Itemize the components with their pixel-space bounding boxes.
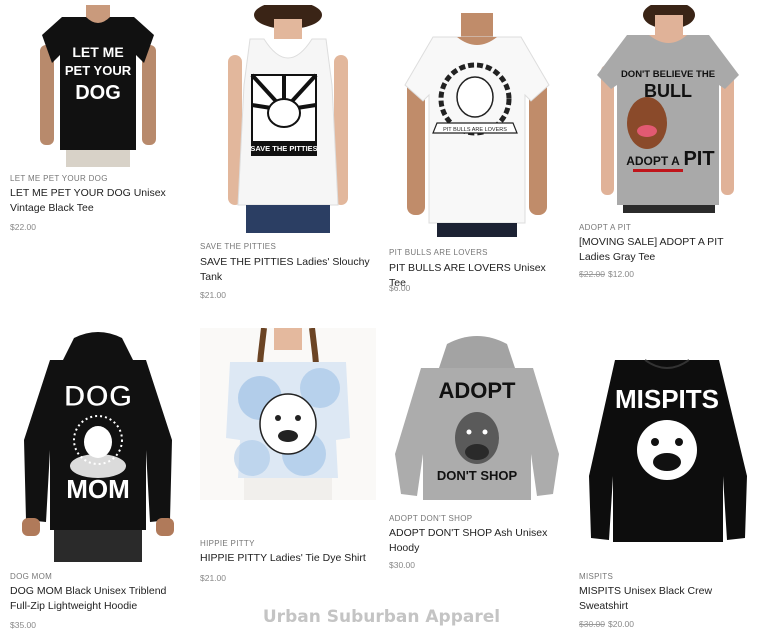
product-title[interactable]: PIT BULLS ARE LOVERS Unisex Tee xyxy=(389,261,565,291)
product-title[interactable]: HIPPIE PITTY Ladies' Tie Dye Shirt xyxy=(200,551,376,566)
product-price: $6.00 xyxy=(389,283,411,293)
product-price: $22.00 xyxy=(10,222,36,232)
svg-text:DON'T SHOP: DON'T SHOP xyxy=(437,468,518,483)
shirt-text: LET ME xyxy=(72,44,123,60)
product-card[interactable]: MISPITS MISPITS MISPITS Unisex Black Cre… xyxy=(579,346,755,636)
shirt-text: PIT BULLS ARE LOVERS xyxy=(443,127,507,133)
product-vendor[interactable]: LET ME PET YOUR DOG xyxy=(10,174,108,183)
brand-watermark: Urban Suburban Apparel xyxy=(262,607,501,627)
product-price: $30.00 xyxy=(389,560,415,570)
product-vendor[interactable]: ADOPT DON'T SHOP xyxy=(389,514,472,523)
product-vendor[interactable]: DOG MOM xyxy=(10,572,52,581)
product-image[interactable]: LET ME PET YOUR DOG xyxy=(32,5,164,167)
product-image[interactable]: ADOPT DON'T SHOP xyxy=(389,334,565,504)
product-image[interactable]: PIT BULLS ARE LOVERS xyxy=(389,5,565,237)
shirt-text: DON'T BELIEVE THE xyxy=(621,69,715,80)
svg-text:ADOPT A: ADOPT A xyxy=(626,154,680,168)
product-card[interactable]: ADOPT DON'T SHOP ADOPT DON'T SHOP ADOPT … xyxy=(389,334,565,584)
shirt-text: SAVE THE PITTIES xyxy=(250,144,317,153)
product-price: $22.00 $12.00 xyxy=(579,269,634,279)
product-vendor[interactable]: MISPITS xyxy=(579,572,613,581)
svg-text:PIT: PIT xyxy=(683,148,714,170)
shirt-text: DOG xyxy=(64,380,132,413)
sale-price: $12.00 xyxy=(608,269,634,279)
product-card[interactable]: LET ME PET YOUR DOG LET ME PET YOUR DOG … xyxy=(10,5,186,235)
svg-text:PET YOUR: PET YOUR xyxy=(65,63,132,78)
product-image[interactable]: SAVE THE PITTIES xyxy=(200,5,376,233)
product-image[interactable]: DOG MOM xyxy=(10,330,186,562)
svg-text:MOM: MOM xyxy=(66,474,130,504)
product-card[interactable]: HIPPIE PITTY HIPPIE PITTY Ladies' Tie Dy… xyxy=(200,328,376,588)
product-card[interactable]: PIT BULLS ARE LOVERS PIT BULLS ARE LOVER… xyxy=(389,5,565,305)
shirt-text: ADOPT xyxy=(439,378,517,403)
product-image[interactable]: MISPITS xyxy=(579,346,755,550)
product-vendor[interactable]: SAVE THE PITTIES xyxy=(200,242,276,251)
shirt-text: MISPITS xyxy=(615,384,719,414)
product-title[interactable]: [MOVING SALE] ADOPT A PIT Ladies Gray Te… xyxy=(579,235,755,265)
product-card[interactable]: DON'T BELIEVE THE BULL ADOPT A PIT ADOPT… xyxy=(579,5,755,305)
original-price: $22.00 xyxy=(579,269,605,279)
product-card[interactable]: DOG MOM DOG MOM DOG MOM Black Unisex Tri… xyxy=(10,330,186,630)
product-image[interactable] xyxy=(200,328,376,500)
product-image[interactable]: DON'T BELIEVE THE BULL ADOPT A PIT xyxy=(587,5,747,213)
product-price: $21.00 xyxy=(200,290,226,300)
product-card[interactable]: SAVE THE PITTIES SAVE THE PITTIES SAVE T… xyxy=(200,5,376,305)
product-price: $21.00 xyxy=(200,573,226,583)
product-title[interactable]: LET ME PET YOUR DOG Unisex Vintage Black… xyxy=(10,186,186,216)
product-title[interactable]: SAVE THE PITTIES Ladies' Slouchy Tank xyxy=(200,255,376,285)
product-vendor[interactable]: PIT BULLS ARE LOVERS xyxy=(389,248,488,257)
product-title[interactable]: ADOPT DON'T SHOP Ash Unisex Hoody xyxy=(389,526,565,556)
svg-text:DOG: DOG xyxy=(75,82,121,104)
product-vendor[interactable]: HIPPIE PITTY xyxy=(200,539,255,548)
product-vendor[interactable]: ADOPT A PIT xyxy=(579,223,631,232)
